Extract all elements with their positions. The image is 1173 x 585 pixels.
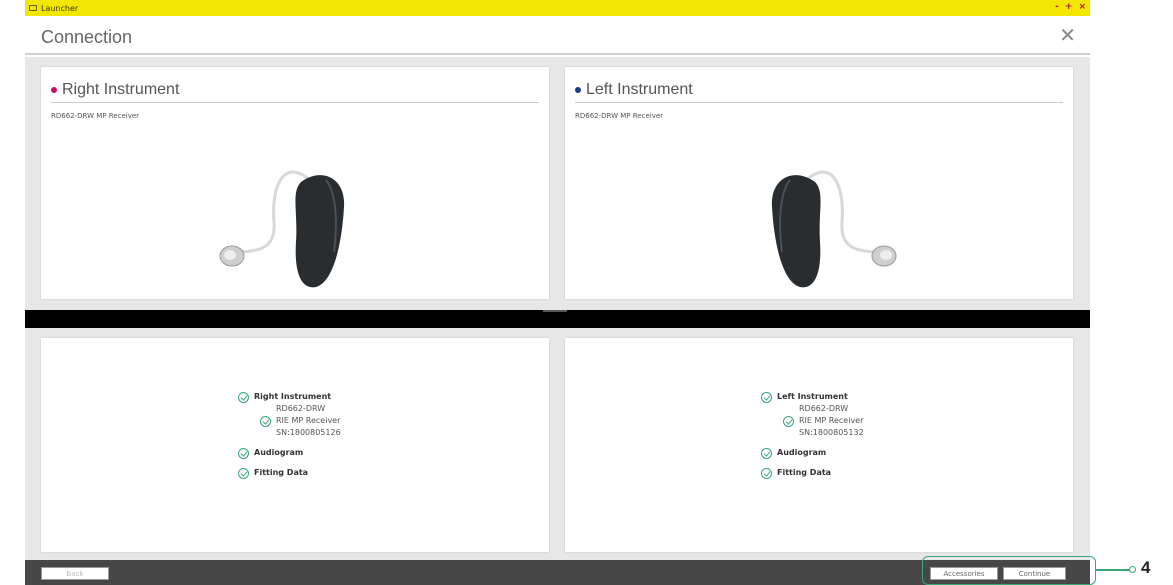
left-serial-row: SN:1800805132 xyxy=(761,427,961,439)
divider-grip-icon[interactable] xyxy=(543,310,567,312)
right-receiver-row: RIE MP Receiver xyxy=(238,415,438,427)
close-icon[interactable]: ✕ xyxy=(1059,25,1076,45)
left-instrument-card: Left Instrument RD662-DRW MP Receiver xyxy=(565,67,1073,299)
right-audiogram-status: Audiogram xyxy=(238,447,438,459)
right-instrument-header: Right Instrument xyxy=(51,77,539,103)
page-header: Connection ✕ xyxy=(25,17,1090,55)
check-icon xyxy=(761,467,772,479)
callout-highlight xyxy=(922,556,1096,585)
right-serial-label: SN:1800805126 xyxy=(276,428,341,437)
left-fitting-status: Fitting Data xyxy=(761,467,961,479)
right-instrument-status: Right Instrument xyxy=(238,391,438,403)
app-name: Launcher xyxy=(41,3,79,13)
left-receiver-label: RIE MP Receiver xyxy=(799,416,864,425)
left-audiogram-status: Audiogram xyxy=(761,447,961,459)
left-instrument-status: Left Instrument xyxy=(761,391,961,403)
app-icon xyxy=(29,5,37,11)
title-bar: Launcher - + × xyxy=(25,0,1090,16)
right-status-list: Right Instrument RD662-DRW RIE MP Receiv… xyxy=(238,391,438,479)
close-window-button[interactable]: × xyxy=(1078,1,1086,14)
callout-dot-icon xyxy=(1129,566,1136,573)
check-icon xyxy=(238,467,249,479)
callout-connector xyxy=(1096,569,1130,571)
check-icon xyxy=(238,391,249,403)
left-instrument-model: RD662-DRW MP Receiver xyxy=(575,112,664,120)
right-device-label: RD662-DRW xyxy=(276,404,326,413)
right-side-dot-icon xyxy=(51,86,57,93)
left-serial-label: SN:1800805132 xyxy=(799,428,864,437)
left-status-card: Left Instrument RD662-DRW RIE MP Receive… xyxy=(565,338,1073,552)
right-serial-row: SN:1800805126 xyxy=(238,427,438,439)
right-hearing-aid-image xyxy=(216,152,366,292)
right-fitting-status: Fitting Data xyxy=(238,467,438,479)
right-instrument-card: Right Instrument RD662-DRW MP Receiver xyxy=(41,67,549,299)
check-icon xyxy=(260,415,271,427)
check-icon xyxy=(783,415,794,427)
minimize-button[interactable]: - xyxy=(1055,1,1059,14)
page-title: Connection xyxy=(41,27,133,47)
left-audiogram-label: Audiogram xyxy=(777,448,827,457)
left-status-list: Left Instrument RD662-DRW RIE MP Receive… xyxy=(761,391,961,479)
panel-divider[interactable] xyxy=(25,310,1090,328)
left-fitting-label: Fitting Data xyxy=(777,468,832,477)
right-audiogram-label: Audiogram xyxy=(254,448,304,457)
right-device-row: RD662-DRW xyxy=(238,403,438,415)
left-side-dot-icon xyxy=(575,86,581,93)
left-hearing-aid-image xyxy=(750,152,900,292)
left-receiver-row: RIE MP Receiver xyxy=(761,415,961,427)
right-instrument-title: Right Instrument xyxy=(62,80,180,98)
left-device-label: RD662-DRW xyxy=(799,404,849,413)
window-controls: - + × xyxy=(1055,1,1086,14)
right-status-title: Right Instrument xyxy=(254,392,332,401)
check-icon xyxy=(761,391,772,403)
left-status-title: Left Instrument xyxy=(777,392,848,401)
right-instrument-model: RD662-DRW MP Receiver xyxy=(51,112,140,120)
status-panel: Right Instrument RD662-DRW RIE MP Receiv… xyxy=(25,328,1090,560)
right-fitting-label: Fitting Data xyxy=(254,468,309,477)
launcher-window: Launcher - + × Connection ✕ Right Instru… xyxy=(25,0,1090,585)
left-instrument-header: Left Instrument xyxy=(575,77,1063,103)
back-button[interactable]: Back xyxy=(41,567,109,580)
maximize-button[interactable]: + xyxy=(1065,1,1073,14)
instrument-panel: Right Instrument RD662-DRW MP Receiver L… xyxy=(25,57,1090,310)
check-icon xyxy=(761,447,772,459)
left-device-row: RD662-DRW xyxy=(761,403,961,415)
check-icon xyxy=(238,447,249,459)
right-receiver-label: RIE MP Receiver xyxy=(276,416,341,425)
left-instrument-title: Left Instrument xyxy=(586,80,693,98)
right-status-card: Right Instrument RD662-DRW RIE MP Receiv… xyxy=(41,338,549,552)
callout-number: 4 xyxy=(1141,558,1151,577)
